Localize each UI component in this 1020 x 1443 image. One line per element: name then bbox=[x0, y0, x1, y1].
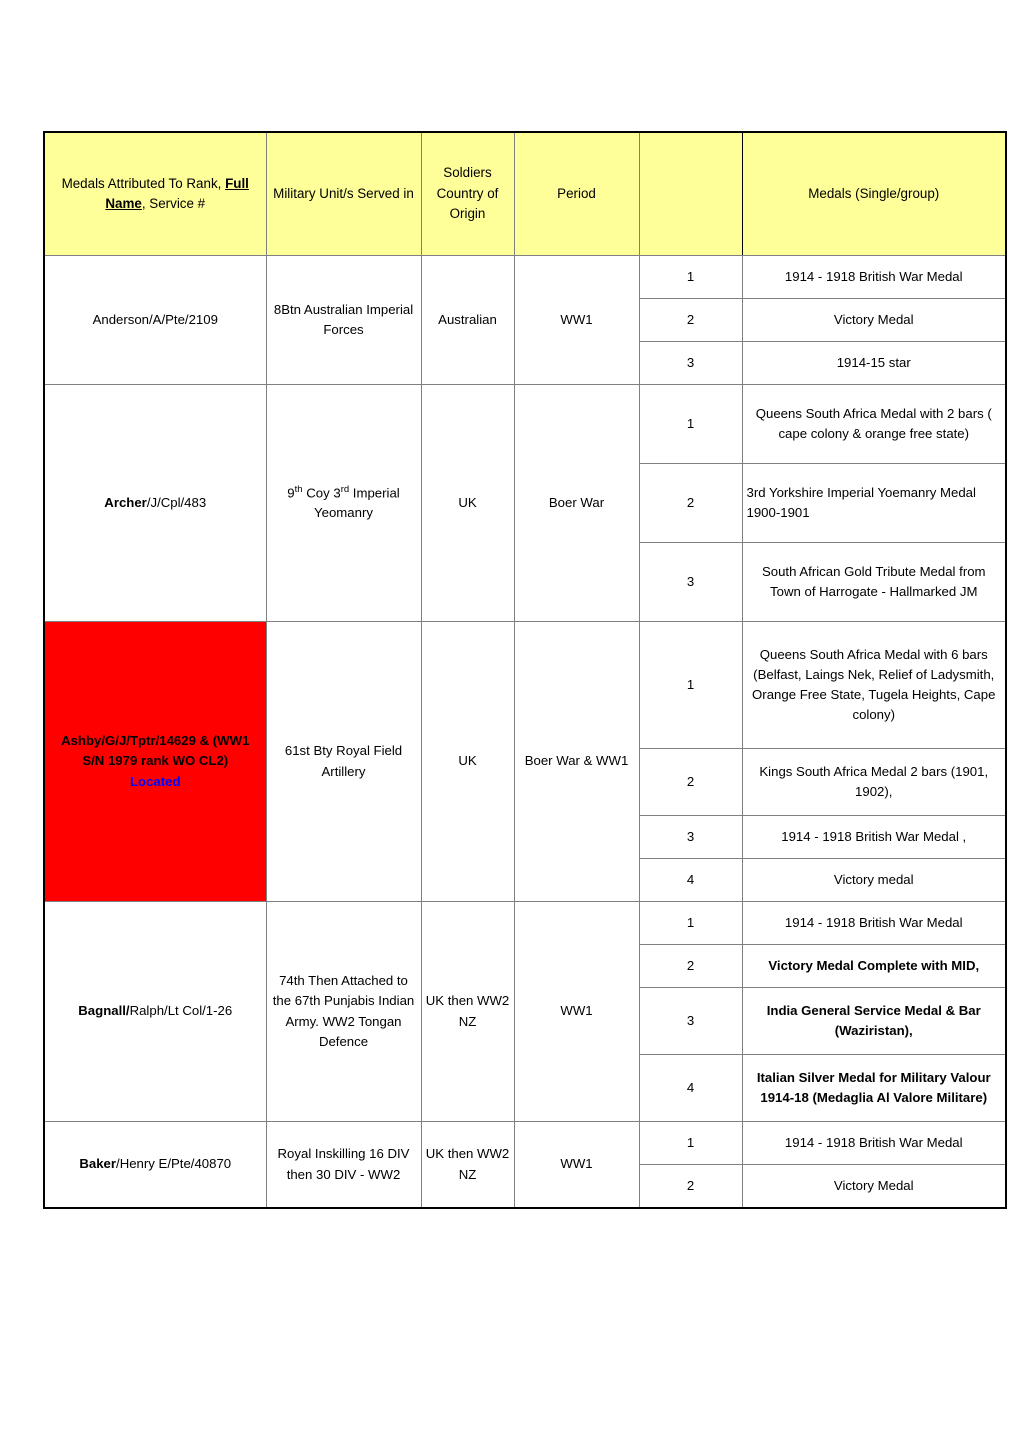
cell-unit: 8Btn Australian Imperial Forces bbox=[265, 255, 422, 385]
cell-unit: 9th Coy 3rd Imperial Yeomanry bbox=[265, 384, 422, 622]
header-cell-unit: Military Unit/s Served in bbox=[265, 131, 422, 256]
unit-prefix: 9 bbox=[287, 485, 295, 501]
table-row: Archer/J/Cpl/483 9th Coy 3rd Imperial Ye… bbox=[43, 384, 1007, 622]
soldier-name-text: /Henry E/Pte/40870 bbox=[116, 1156, 232, 1172]
cell-medal-number: 3 bbox=[638, 542, 743, 622]
cell-medal-text: 1914 - 1918 British War Medal bbox=[741, 1121, 1007, 1165]
cell-medal-text: Victory Medal bbox=[741, 1164, 1007, 1209]
header-cell-origin: Soldiers Country of Origin bbox=[420, 131, 515, 256]
cell-period: Boer War & WW1 bbox=[513, 621, 640, 902]
cell-medal-number: 1 bbox=[638, 621, 743, 749]
unit-ordinal-2: rd bbox=[340, 483, 350, 495]
cell-medal-number: 3 bbox=[638, 987, 743, 1055]
cell-medal-text: Victory Medal Complete with MID, bbox=[741, 944, 1007, 988]
located-status-label: Located bbox=[129, 773, 181, 789]
header-name-part3: , Service # bbox=[141, 196, 206, 211]
cell-origin: Australian bbox=[420, 255, 515, 385]
medals-table: Medals Attributed To Rank, Full Name, Se… bbox=[43, 131, 1007, 1209]
header-cell-name: Medals Attributed To Rank, Full Name, Se… bbox=[43, 131, 267, 256]
cell-medal-number: 2 bbox=[638, 463, 743, 543]
cell-medal-text: 1914-15 star bbox=[741, 341, 1007, 385]
cell-period: Boer War bbox=[513, 384, 640, 622]
cell-soldier-name: Bagnall/Ralph/Lt Col/1-26 bbox=[43, 901, 267, 1122]
cell-medal-text: Queens South Africa Medal with 2 bars ( … bbox=[741, 384, 1007, 464]
cell-medal-text: Victory Medal bbox=[741, 298, 1007, 342]
cell-origin: UK bbox=[420, 621, 515, 902]
unit-mid: Coy 3 bbox=[302, 485, 341, 501]
cell-medal-text: South African Gold Tribute Medal from To… bbox=[741, 542, 1007, 622]
soldier-name-text: Ashby/G/J/Tptr/14629 & (WW1 S/N 1979 ran… bbox=[61, 733, 250, 769]
cell-period: WW1 bbox=[513, 255, 640, 385]
cell-soldier-name: Baker/Henry E/Pte/40870 bbox=[43, 1121, 267, 1209]
medals-table-container: Medals Attributed To Rank, Full Name, Se… bbox=[43, 131, 1007, 1209]
unit-ordinal-1: th bbox=[294, 483, 303, 495]
cell-medal-number: 2 bbox=[638, 1164, 743, 1209]
soldier-name-text: Ralph/Lt Col/1-26 bbox=[129, 1003, 233, 1019]
cell-soldier-name: Anderson/A/Pte/2109 bbox=[43, 255, 267, 385]
header-name-part1: Medals Attributed To Rank, bbox=[61, 175, 226, 191]
cell-medal-text: 3rd Yorkshire Imperial Yoemanry Medal 19… bbox=[741, 463, 1007, 543]
table-header-row: Medals Attributed To Rank, Full Name, Se… bbox=[43, 131, 1007, 256]
cell-period: WW1 bbox=[513, 1121, 640, 1209]
soldier-surname: Baker bbox=[79, 1156, 117, 1172]
cell-unit: 61st Bty Royal Field Artillery bbox=[265, 621, 422, 902]
cell-medal-number: 1 bbox=[638, 384, 743, 464]
cell-medal-text: India General Service Medal & Bar (Wazir… bbox=[741, 987, 1007, 1055]
cell-medal-number: 4 bbox=[638, 1054, 743, 1122]
cell-medal-number: 3 bbox=[638, 341, 743, 385]
cell-soldier-name-highlighted: Ashby/G/J/Tptr/14629 & (WW1 S/N 1979 ran… bbox=[43, 621, 267, 902]
soldier-surname: Archer bbox=[104, 494, 147, 510]
cell-medal-number: 1 bbox=[638, 255, 743, 299]
header-cell-number bbox=[638, 131, 743, 256]
cell-unit: Royal Inskilling 16 DIV then 30 DIV - WW… bbox=[265, 1121, 422, 1209]
cell-medal-text: Queens South Africa Medal with 6 bars (B… bbox=[741, 621, 1007, 749]
table-row: Anderson/A/Pte/2109 8Btn Australian Impe… bbox=[43, 255, 1007, 385]
soldier-surname: Bagnall/ bbox=[78, 1003, 130, 1019]
cell-medal-number: 1 bbox=[638, 901, 743, 945]
cell-medal-number: 1 bbox=[638, 1121, 743, 1165]
header-cell-period: Period bbox=[513, 131, 640, 256]
cell-origin: UK bbox=[420, 384, 515, 622]
cell-medal-text: 1914 - 1918 British War Medal bbox=[741, 901, 1007, 945]
cell-soldier-name: Archer/J/Cpl/483 bbox=[43, 384, 267, 622]
cell-medal-text: 1914 - 1918 British War Medal , bbox=[741, 815, 1007, 859]
cell-medal-number: 3 bbox=[638, 815, 743, 859]
soldier-name-text: /J/Cpl/483 bbox=[146, 494, 207, 510]
cell-origin: UK then WW2 NZ bbox=[420, 901, 515, 1122]
cell-medal-text: Victory medal bbox=[741, 858, 1007, 902]
cell-origin: UK then WW2 NZ bbox=[420, 1121, 515, 1209]
cell-medal-text: Italian Silver Medal for Military Valour… bbox=[741, 1054, 1007, 1122]
cell-medal-number: 2 bbox=[638, 748, 743, 816]
table-row: Ashby/G/J/Tptr/14629 & (WW1 S/N 1979 ran… bbox=[43, 621, 1007, 902]
cell-unit: 74th Then Attached to the 67th Punjabis … bbox=[265, 901, 422, 1122]
cell-medal-text: 1914 - 1918 British War Medal bbox=[741, 255, 1007, 299]
header-cell-medals: Medals (Single/group) bbox=[741, 131, 1007, 256]
cell-medal-number: 2 bbox=[638, 298, 743, 342]
table-row: Baker/Henry E/Pte/40870 Royal Inskilling… bbox=[43, 1121, 1007, 1209]
cell-medal-number: 4 bbox=[638, 858, 743, 902]
cell-medal-text: Kings South Africa Medal 2 bars (1901, 1… bbox=[741, 748, 1007, 816]
table-row: Bagnall/Ralph/Lt Col/1-26 74th Then Atta… bbox=[43, 901, 1007, 1122]
cell-medal-number: 2 bbox=[638, 944, 743, 988]
cell-period: WW1 bbox=[513, 901, 640, 1122]
soldier-name-text: Anderson/A/Pte/2109 bbox=[92, 311, 218, 327]
